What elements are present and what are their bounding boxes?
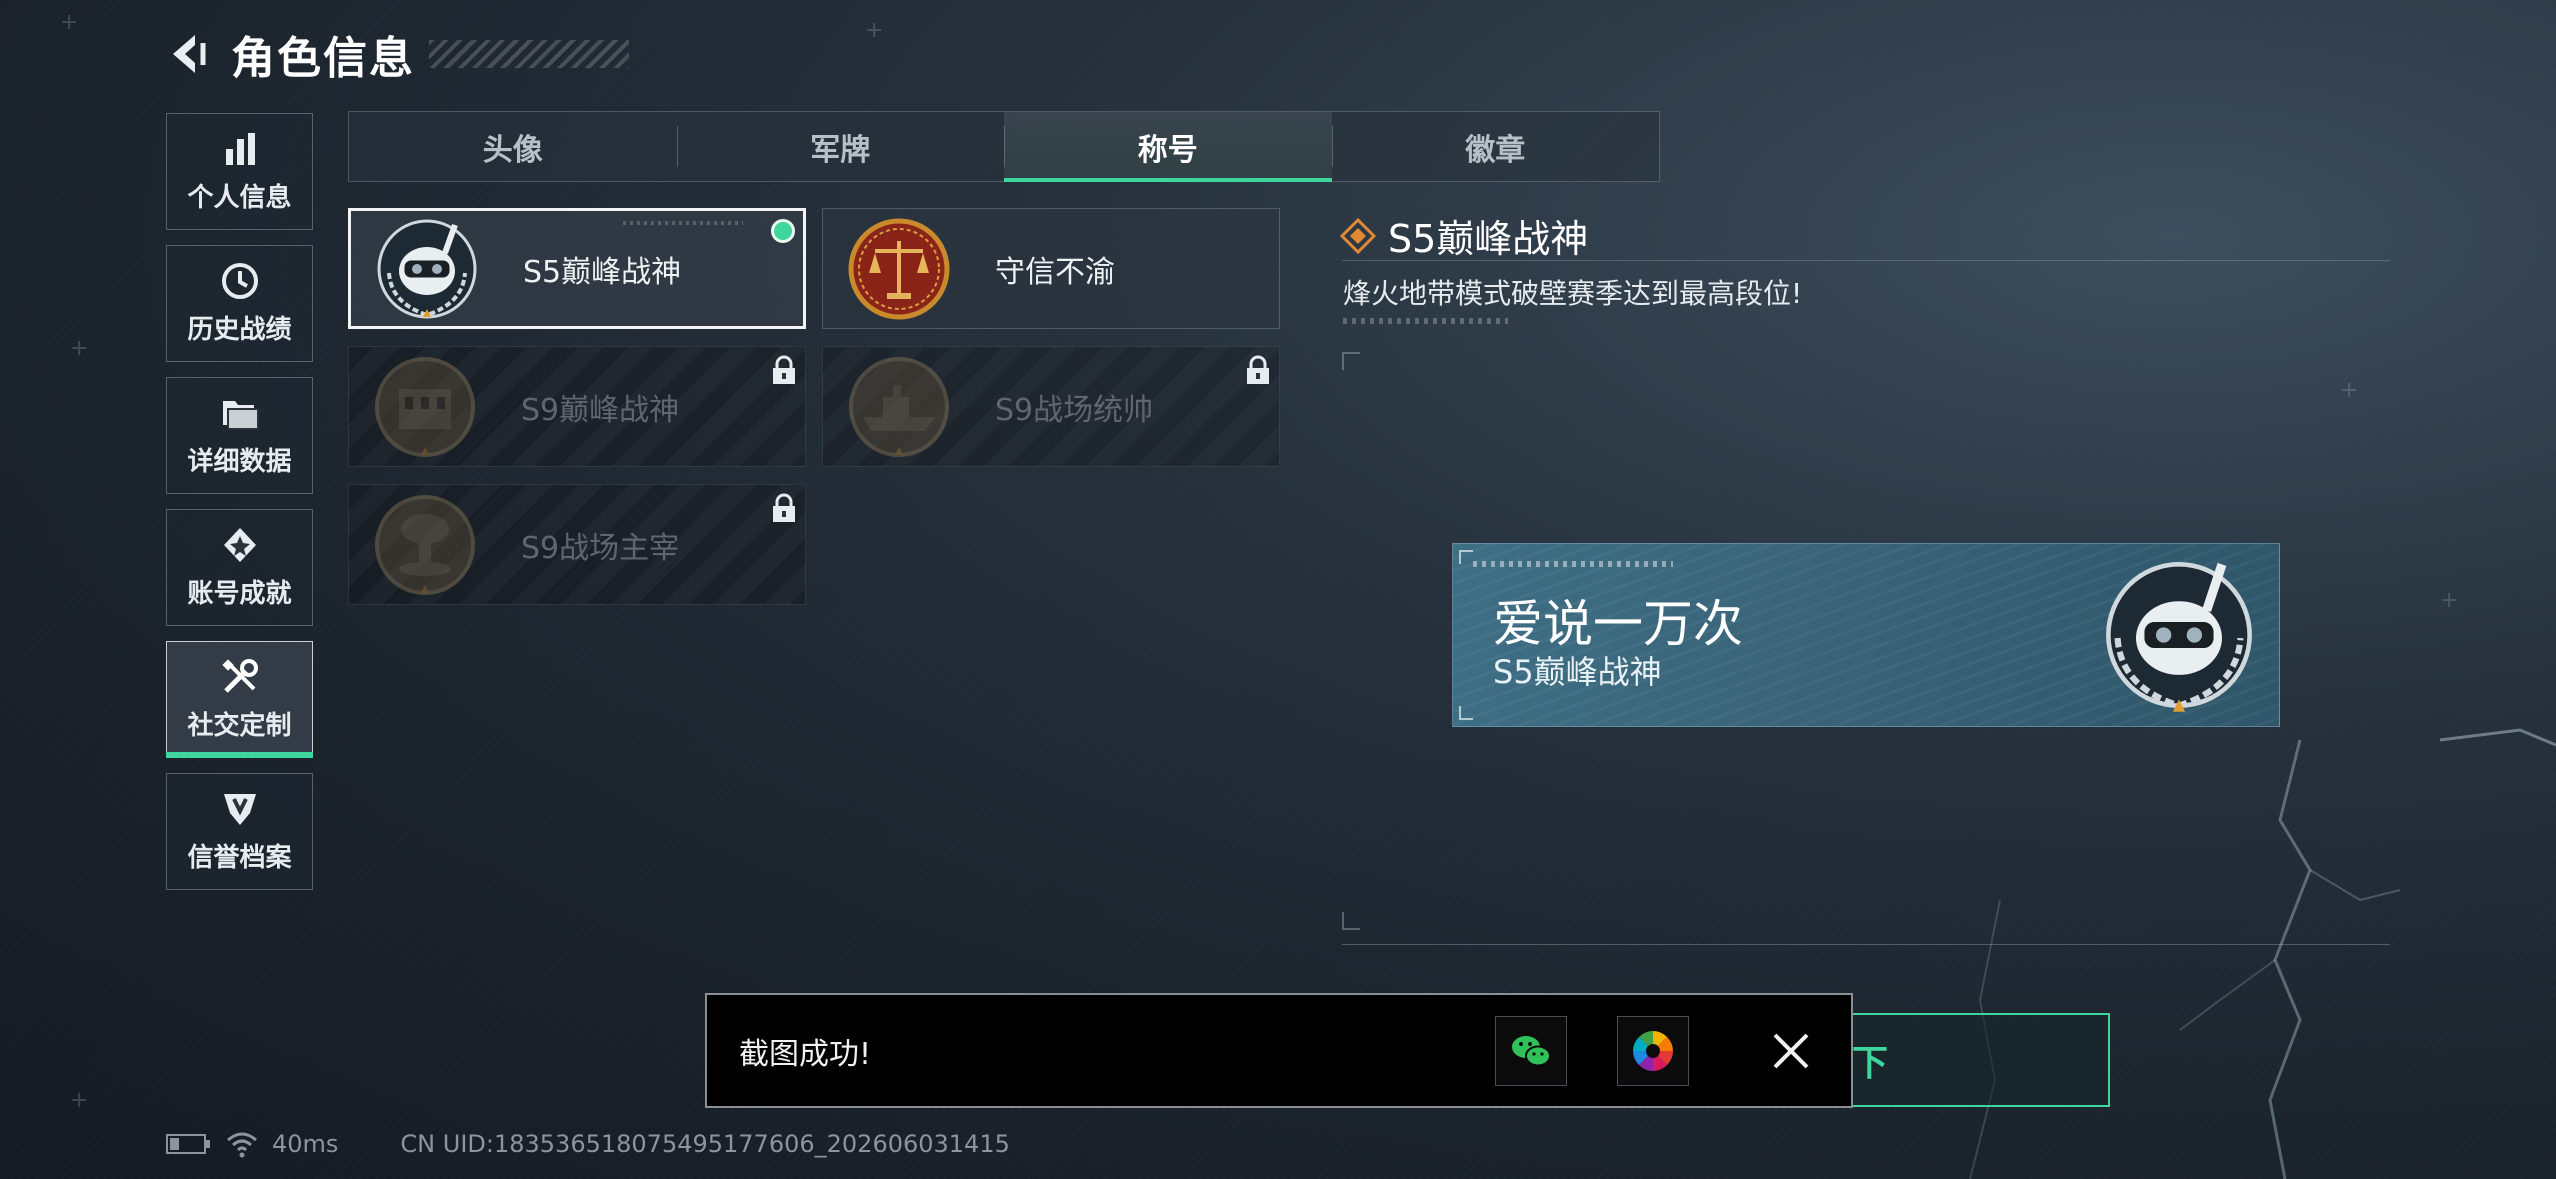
page-header: 角色信息 (165, 24, 629, 84)
sidebar-item-label: 信誉档案 (187, 843, 292, 873)
close-icon[interactable] (1769, 1029, 1813, 1073)
sidebar-item-label: 个人信息 (187, 183, 292, 213)
detail-title: S5巅峰战神 (1388, 217, 1589, 261)
toast-message: 截图成功! (739, 1036, 872, 1072)
scales-emblem (848, 218, 950, 319)
sidebar-item-label: 历史战绩 (187, 315, 292, 345)
lock-icon (773, 493, 795, 522)
grid-cross-mark: + (865, 18, 884, 43)
title-preview-banner: 爱说一万次 S5巅峰战神 (1452, 543, 2280, 727)
back-arrow-icon[interactable] (165, 31, 211, 77)
wifi-icon (227, 1132, 257, 1158)
title-card-label: 守信不渝 (995, 254, 1115, 290)
tab-dog-tag[interactable]: 军牌 (676, 112, 1005, 181)
grid-cross-mark: + (70, 1088, 89, 1113)
detail-header: S5巅峰战神 (1340, 208, 1588, 263)
diver-skull-emblem (2106, 562, 2252, 712)
photos-icon (1633, 1030, 1673, 1071)
tools-icon (221, 659, 258, 693)
wechat-icon (1512, 1035, 1551, 1066)
title-card-s9-commander[interactable]: S9战场统帅 (822, 346, 1280, 467)
sidebar-item-personal-info[interactable]: 个人信息 (166, 113, 313, 230)
sidebar: 个人信息 历史战绩 详细数据 账号成就 社交定制 信誉档案 (166, 113, 315, 905)
battery-icon (166, 1134, 210, 1154)
detail-divider (1342, 260, 2390, 261)
preview-corner (1459, 706, 1473, 720)
detail-description: 烽火地带模式破壁赛季达到最高段位! (1343, 277, 1803, 310)
title-card-s9-peak[interactable]: S9巅峰战神 (348, 346, 806, 467)
title-card-label: S9巅峰战神 (521, 392, 680, 428)
sidebar-item-achievements[interactable]: 账号成就 (166, 509, 313, 626)
history-clock-icon (221, 263, 258, 299)
sidebar-item-credit-record[interactable]: 信誉档案 (166, 773, 313, 890)
folder-icon (222, 401, 259, 430)
share-wechat-button[interactable] (1495, 1015, 1567, 1086)
preview-player-name: 爱说一万次 (1493, 595, 1743, 653)
preview-stripe-decoration (1473, 561, 1673, 567)
detail-stripe-decoration (1343, 318, 1508, 324)
grid-cross-mark: + (2440, 588, 2459, 613)
status-bar: 40ms CN UID:18353651807549517​7606_20260… (166, 1126, 1010, 1162)
title-card-label: S9战场主宰 (521, 530, 680, 566)
bar-chart-icon (225, 133, 255, 165)
preview-corner (1459, 550, 1473, 564)
preview-frame-corner (1342, 352, 1360, 370)
lock-icon (1247, 355, 1269, 384)
preview-title: S5巅峰战神 (1493, 653, 1662, 691)
share-photos-button[interactable] (1617, 1015, 1689, 1086)
mushroom-cloud-emblem (375, 494, 475, 595)
category-tabs: 头像 军牌 称号 徽章 (348, 111, 1660, 182)
diamond-rank-icon (1340, 217, 1376, 254)
lightning-decoration (1969, 728, 2556, 1179)
ruins-emblem (375, 356, 475, 457)
preview-frame-corner (1342, 912, 1360, 930)
credit-shield-icon (223, 794, 256, 825)
preview-frame-bottom (1342, 944, 2390, 945)
screenshot-toast: 截图成功! (705, 993, 1853, 1108)
title-stripe-decoration (429, 40, 629, 68)
title-card-label: S5巅峰战神 (523, 254, 682, 290)
warship-emblem (849, 356, 949, 457)
achievement-badge-icon (223, 528, 256, 562)
card-stripe-decoration (623, 221, 743, 225)
sidebar-item-history[interactable]: 历史战绩 (166, 245, 313, 362)
sidebar-item-label: 社交定制 (187, 711, 292, 741)
tab-title[interactable]: 称号 (1004, 112, 1332, 182)
tab-avatar[interactable]: 头像 (349, 112, 677, 181)
equipped-indicator (771, 219, 795, 243)
title-card-s5-peak[interactable]: S5巅峰战神 (348, 208, 806, 329)
lock-icon (773, 355, 795, 384)
sidebar-item-label: 详细数据 (187, 447, 292, 477)
title-card-label: S9战场统帅 (995, 392, 1154, 428)
ping-readout: 40ms (272, 1130, 339, 1158)
player-uid: CN UID:18353651807549517​7606_2026060314… (400, 1130, 1010, 1158)
grid-cross-mark: + (60, 10, 79, 35)
page-title: 角色信息 (231, 33, 415, 84)
title-card-s9-dominator[interactable]: S9战场主宰 (348, 484, 806, 605)
sidebar-item-label: 账号成就 (187, 579, 292, 609)
grid-cross-mark: + (2340, 378, 2359, 403)
sidebar-item-social-custom[interactable]: 社交定制 (166, 641, 313, 758)
sidebar-item-detailed-data[interactable]: 详细数据 (166, 377, 313, 494)
tab-badge[interactable]: 徽章 (1331, 112, 1660, 181)
diver-skull-emblem (377, 219, 477, 318)
grid-cross-mark: + (70, 336, 89, 361)
title-card-trustworthy[interactable]: 守信不渝 (822, 208, 1280, 329)
